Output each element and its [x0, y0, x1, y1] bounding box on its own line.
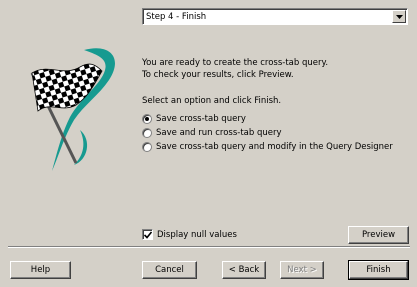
- checkmark-icon: [144, 231, 152, 239]
- step-select-value: Step 4 - Finish: [146, 12, 207, 22]
- radio-save-and-modify[interactable]: Save cross-tab query and modify in the Q…: [142, 140, 393, 154]
- preview-button[interactable]: Preview: [348, 226, 409, 244]
- intro-line-1: You are ready to create the cross-tab qu…: [142, 58, 329, 68]
- radio-button[interactable]: [142, 128, 152, 138]
- intro-line-2: To check your results, click Preview.: [142, 70, 294, 80]
- radio-label: Save cross-tab query and modify in the Q…: [156, 142, 393, 152]
- help-button[interactable]: Help: [10, 261, 71, 279]
- display-null-label: Display null values: [157, 229, 237, 240]
- radio-save-query[interactable]: Save cross-tab query: [142, 112, 393, 126]
- radio-save-and-run[interactable]: Save and run cross-tab query: [142, 126, 393, 140]
- radio-label: Save and run cross-tab query: [156, 128, 282, 138]
- option-prompt: Select an option and click Finish.: [142, 96, 282, 106]
- step-select[interactable]: Step 4 - Finish: [142, 8, 408, 25]
- radio-button-selected[interactable]: [142, 114, 152, 124]
- button-separator: [8, 246, 410, 248]
- chevron-down-icon[interactable]: [392, 10, 406, 23]
- cancel-button[interactable]: Cancel: [142, 261, 197, 279]
- display-null-checkbox-row[interactable]: Display null values: [142, 229, 237, 240]
- radio-label: Save cross-tab query: [156, 114, 246, 124]
- finish-button[interactable]: Finish: [348, 260, 409, 280]
- checkered-flag-icon: [30, 48, 115, 172]
- display-null-checkbox[interactable]: [142, 229, 153, 240]
- save-option-group: Save cross-tab query Save and run cross-…: [142, 112, 393, 154]
- next-button[interactable]: Next >: [280, 261, 324, 279]
- back-button[interactable]: < Back: [222, 261, 266, 279]
- radio-button[interactable]: [142, 142, 152, 152]
